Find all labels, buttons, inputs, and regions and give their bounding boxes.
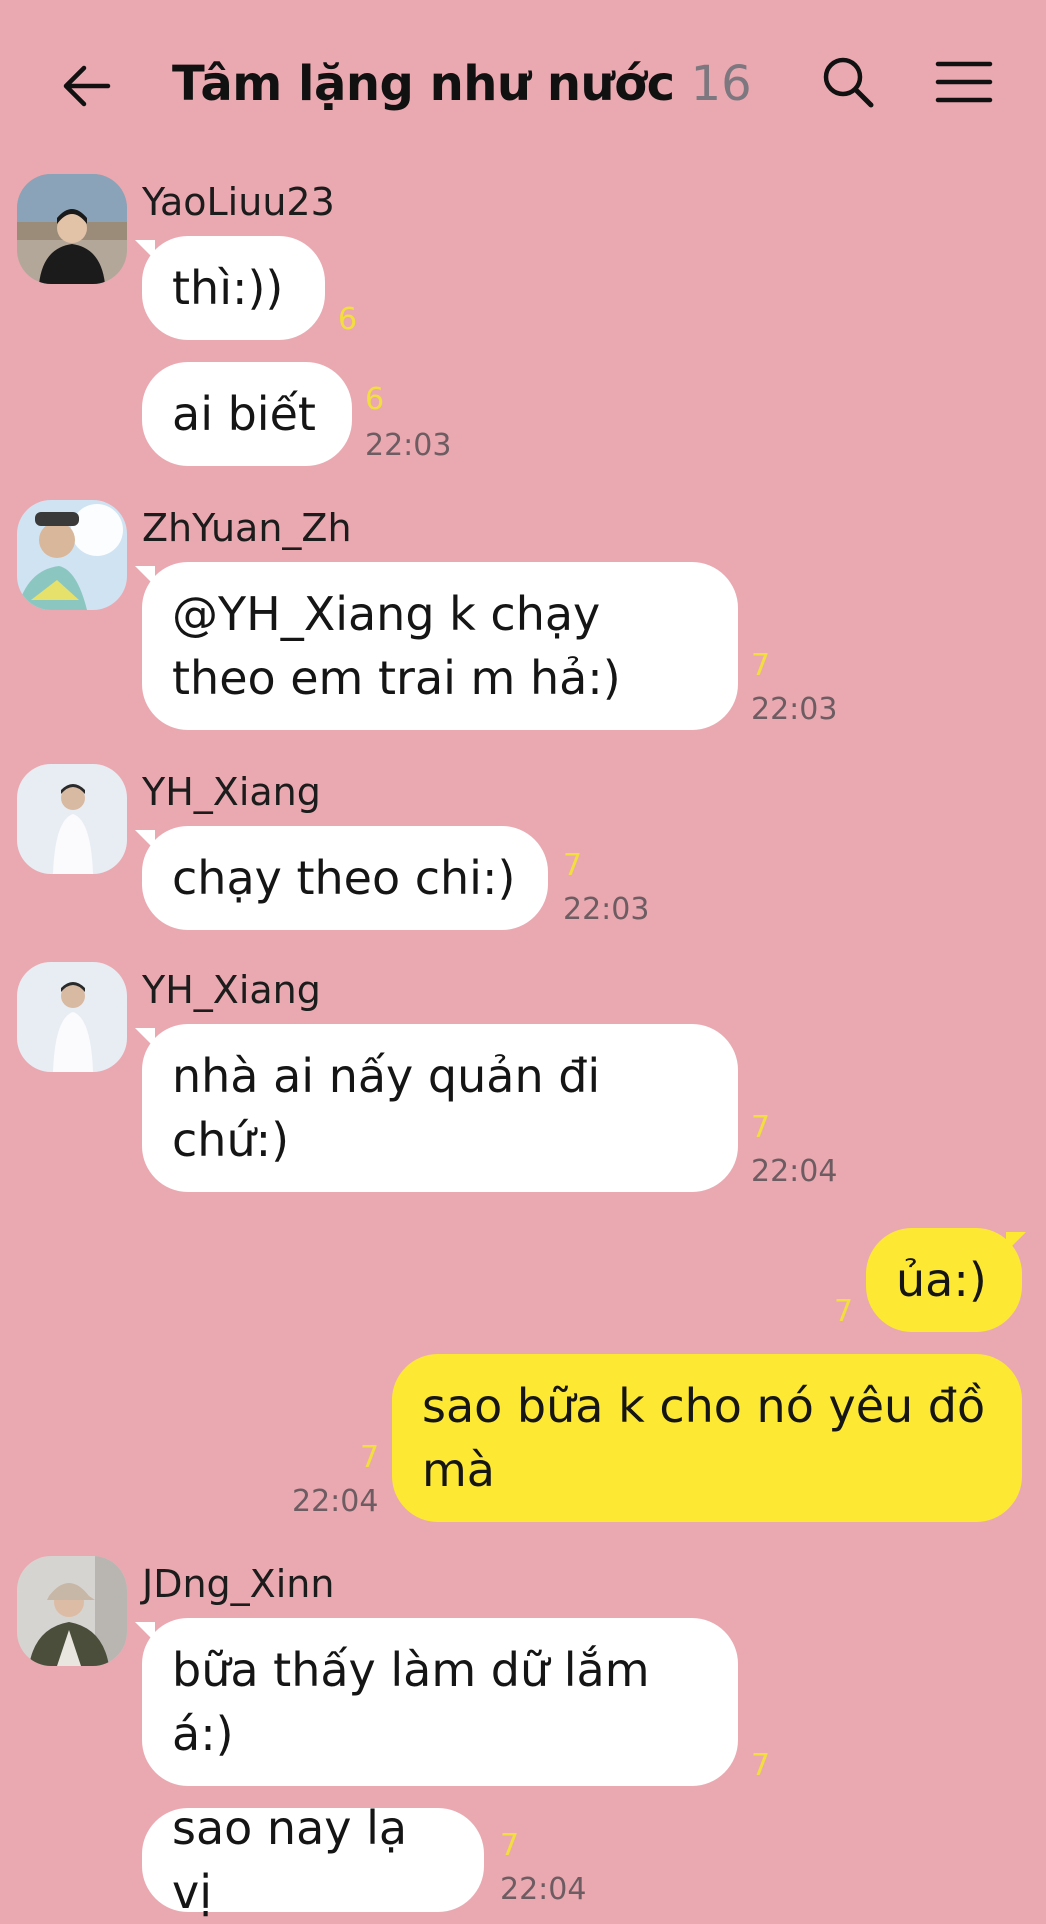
avatar-image (17, 962, 127, 1072)
message-bubble[interactable]: @YH_Xiang k chạy theo em trai m hả:) (142, 562, 738, 730)
message-text-line: bữa thấy làm dữ lắm (172, 1643, 650, 1697)
message-text-line: nhà ai nấy quản đi (172, 1049, 601, 1103)
back-button[interactable] (50, 50, 122, 122)
chat-header: Tâm lặng như nước 16 (0, 0, 1046, 168)
message-text-line: mà (422, 1443, 495, 1497)
avatar-zhyuan-zh[interactable] (17, 500, 127, 610)
message-bubble[interactable]: sao bữa k cho nó yêu đồ mà (392, 1354, 1022, 1522)
avatar-yaoliuu23[interactable] (17, 174, 127, 284)
message-text-line: chứ:) (172, 1113, 290, 1167)
message-bubble[interactable]: bữa thấy làm dữ lắm á:) (142, 1618, 738, 1786)
message-text-line: sao bữa k cho nó yêu đồ (422, 1379, 986, 1433)
unread-count: 7 (751, 648, 771, 683)
sender-name: YaoLiuu23 (142, 180, 335, 224)
message-text: thì:)) (172, 261, 284, 315)
message-time: 22:03 (563, 892, 650, 927)
unread-count: 7 (563, 848, 583, 883)
message-text: ai biết (172, 387, 316, 441)
message-bubble[interactable]: nhà ai nấy quản đi chứ:) (142, 1024, 738, 1192)
message-time: 22:04 (751, 1154, 838, 1189)
unread-count: 7 (751, 1748, 771, 1783)
avatar-image (17, 764, 127, 874)
sender-name: YH_Xiang (142, 968, 321, 1012)
avatar-image (17, 1556, 127, 1666)
member-count: 16 (690, 56, 752, 112)
message-time: 22:04 (292, 1484, 379, 1519)
chat-title-area[interactable]: Tâm lặng như nước 16 (172, 44, 752, 124)
hamburger-menu-icon (935, 61, 993, 103)
message-text-line: @YH_Xiang k chạy (172, 587, 601, 641)
message-bubble[interactable]: ủa:) (866, 1228, 1022, 1332)
message-bubble[interactable]: sao nay lạ vị (142, 1801, 484, 1919)
message-bubble[interactable]: ai biết (142, 362, 352, 466)
avatar-image (17, 174, 127, 284)
message-text: sao nay lạ vị (172, 1801, 408, 1919)
message-text-line: theo em trai m hả:) (172, 651, 621, 705)
message-text-line: á:) (172, 1707, 234, 1761)
unread-count: 7 (751, 1110, 771, 1145)
message-text: ủa:) (896, 1253, 987, 1307)
message-bubble[interactable]: chạy theo chi:) (142, 826, 548, 930)
sender-name: JDng_Xinn (142, 1562, 335, 1606)
sender-name: ZhYuan_Zh (142, 506, 352, 550)
unread-count: 7 (834, 1294, 854, 1329)
message-bubble[interactable]: thì:)) (142, 236, 325, 340)
message-time: 22:03 (751, 692, 838, 727)
avatar-jdng-xinn[interactable] (17, 1556, 127, 1666)
message-text: chạy theo chi:) (172, 851, 516, 905)
menu-button[interactable] (928, 46, 1000, 118)
arrow-left-icon (63, 65, 111, 107)
avatar-yh-xiang[interactable] (17, 962, 127, 1072)
unread-count: 7 (360, 1440, 380, 1475)
unread-count: 6 (365, 382, 385, 417)
unread-count: 6 (338, 302, 358, 337)
chat-title: Tâm lặng như nước (172, 56, 675, 112)
search-button[interactable] (812, 46, 884, 118)
avatar-image (17, 500, 127, 610)
search-icon (823, 57, 874, 108)
sender-name: YH_Xiang (142, 770, 321, 814)
avatar-yh-xiang[interactable] (17, 764, 127, 874)
message-time: 22:04 (500, 1872, 587, 1907)
message-time: 22:03 (365, 428, 452, 463)
unread-count: 7 (500, 1828, 520, 1863)
